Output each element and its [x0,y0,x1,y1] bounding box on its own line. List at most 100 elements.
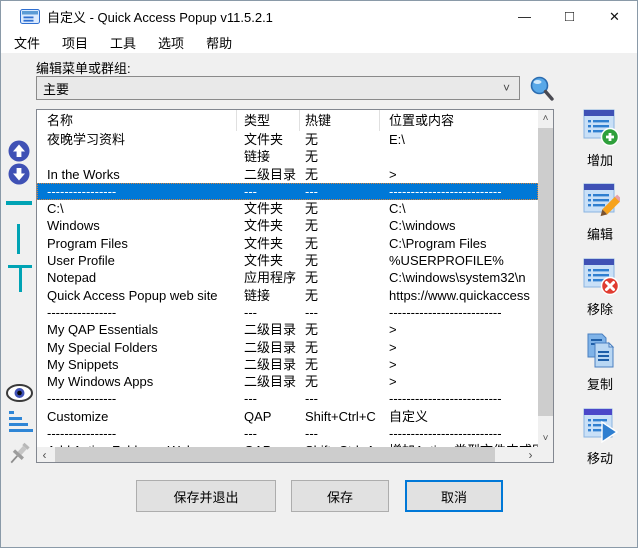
column-header-hotkey[interactable]: 热键 [300,110,380,131]
menu-group-select[interactable]: 主要 ˅ [36,76,520,100]
cell-hotkey: Shift+Ctrl+C [300,408,380,425]
cell-hotkey: 无 [300,373,380,390]
save-button[interactable]: 保存 [291,480,389,512]
cell-location: E:\ [380,131,538,148]
cell-type: 二级目录 [237,356,300,373]
cell-location: > [380,356,538,373]
column-header-location[interactable]: 位置或内容 [380,110,538,131]
cell-hotkey: 无 [300,269,380,286]
table-row[interactable]: My QAP Essentials二级目录无> [37,321,538,338]
table-row[interactable]: My Windows Apps二级目录无> [37,373,538,390]
cell-type: 文件夹 [237,252,300,269]
table-row[interactable]: CustomizeQAPShift+Ctrl+C自定义 [37,408,538,425]
add-list-icon [580,107,620,147]
cell-type: 二级目录 [237,339,300,356]
table-row[interactable]: Notepad应用程序无C:\windows\system32\n [37,269,538,286]
cell-name: Quick Access Popup web site [37,287,237,304]
cell-type: --- [237,425,300,442]
menu-tools[interactable]: 工具 [99,31,147,54]
cell-name: My Snippets [37,356,237,373]
table-row[interactable]: ----------------------------------------… [37,425,538,442]
bar [9,429,33,432]
table-row[interactable]: Program Files文件夹无C:\Program Files [37,235,538,252]
table-row[interactable]: In the Works二级目录无> [37,166,538,183]
cell-name: 夜晚学习资料 [37,131,237,148]
scroll-left-icon[interactable]: ‹ [37,447,52,462]
move-down-icon[interactable] [8,163,30,185]
table-row-selected[interactable]: ----------------------------------------… [37,183,538,200]
table-row[interactable]: C:\文件夹无C:\ [37,200,538,217]
minimize-button[interactable]: — [502,1,547,32]
menu-help[interactable]: 帮助 [195,31,243,54]
cell-type: QAP [237,408,300,425]
table-row[interactable]: My Snippets二级目录无> [37,356,538,373]
table-body: 夜晚学习资料文件夹无E:\ 链接无 In the Works二级目录无> ---… [37,131,538,447]
add-column-break-icon[interactable] [17,224,20,254]
scroll-up-icon[interactable]: ˄ [538,110,553,127]
cell-type: --- [237,304,300,321]
table-row[interactable]: Quick Access Popup web site链接无https://ww… [37,287,538,304]
cancel-button[interactable]: 取消 [405,480,503,512]
sort-bars-icon[interactable] [9,411,33,435]
vertical-scrollbar[interactable]: ˄ ˅ [538,110,553,447]
cell-location: > [380,373,538,390]
cell-location: -------------------------- [380,183,538,200]
save-and-exit-button[interactable]: 保存并退出 [136,480,276,512]
scrollbar-corner [538,447,553,462]
horizontal-scrollbar[interactable]: ‹ › [37,447,538,462]
app-icon [20,9,40,24]
vertical-scroll-thumb[interactable] [538,128,553,416]
table-row[interactable]: User Profile文件夹无%USERPROFILE% [37,252,538,269]
cell-type: 二级目录 [237,321,300,338]
items-table: 名称 类型 热键 位置或内容 夜晚学习资料文件夹无E:\ 链接无 In the … [36,109,554,463]
cell-hotkey: 无 [300,252,380,269]
cell-location: > [380,166,538,183]
move-list-icon [580,405,620,445]
copy-label: 复制 [587,374,613,393]
column-header-type[interactable]: 类型 [237,110,300,131]
remove-button[interactable]: 移除 [569,256,631,318]
edit-button[interactable]: 编辑 [569,181,631,243]
move-button[interactable]: 移动 [569,405,631,467]
table-row[interactable]: 夜晚学习资料文件夹无E:\ [37,131,538,148]
move-to-top-icon[interactable] [8,265,32,293]
menu-options[interactable]: 选项 [147,31,195,54]
menu-file[interactable]: 文件 [3,31,51,54]
table-row[interactable]: Windows文件夹无C:\windows [37,217,538,234]
cell-type: --- [237,390,300,407]
copy-button[interactable]: 复制 [569,331,631,393]
table-header: 名称 类型 热键 位置或内容 [37,110,538,131]
table-row[interactable]: 链接无 [37,148,538,165]
move-up-icon[interactable] [8,140,30,162]
column-header-name[interactable]: 名称 [37,110,237,131]
cell-type: 文件夹 [237,217,300,234]
cell-name: ---------------- [37,425,237,442]
eye-icon[interactable] [6,384,33,402]
table-row[interactable]: My Special Folders二级目录无> [37,339,538,356]
add-label: 增加 [587,150,613,169]
bar [9,411,14,414]
cell-hotkey: --- [300,183,380,200]
cell-name: ---------------- [37,304,237,321]
table-row[interactable]: ----------------------------------------… [37,390,538,407]
cell-type: 文件夹 [237,131,300,148]
close-button[interactable]: ✕ [592,1,637,32]
cell-location: C:\ [380,200,538,217]
search-icon[interactable] [528,75,556,103]
menu-item[interactable]: 项目 [51,31,99,54]
cell-location: > [380,339,538,356]
pin-icon[interactable] [6,441,33,471]
cell-name: ---------------- [37,390,237,407]
cell-hotkey: 无 [300,321,380,338]
horizontal-scroll-thumb[interactable] [55,447,495,462]
menu-bar: 文件 项目 工具 选项 帮助 [1,32,637,53]
selected-menu-value: 主要 [37,79,503,98]
cell-type: 链接 [237,148,300,165]
maximize-button[interactable]: □ [547,1,592,32]
cell-hotkey: 无 [300,200,380,217]
add-separator-icon[interactable] [6,201,32,205]
add-button[interactable]: 增加 [569,107,631,169]
scroll-down-icon[interactable]: ˅ [538,430,553,447]
table-row[interactable]: ----------------------------------------… [37,304,538,321]
scroll-right-icon[interactable]: › [523,447,538,462]
